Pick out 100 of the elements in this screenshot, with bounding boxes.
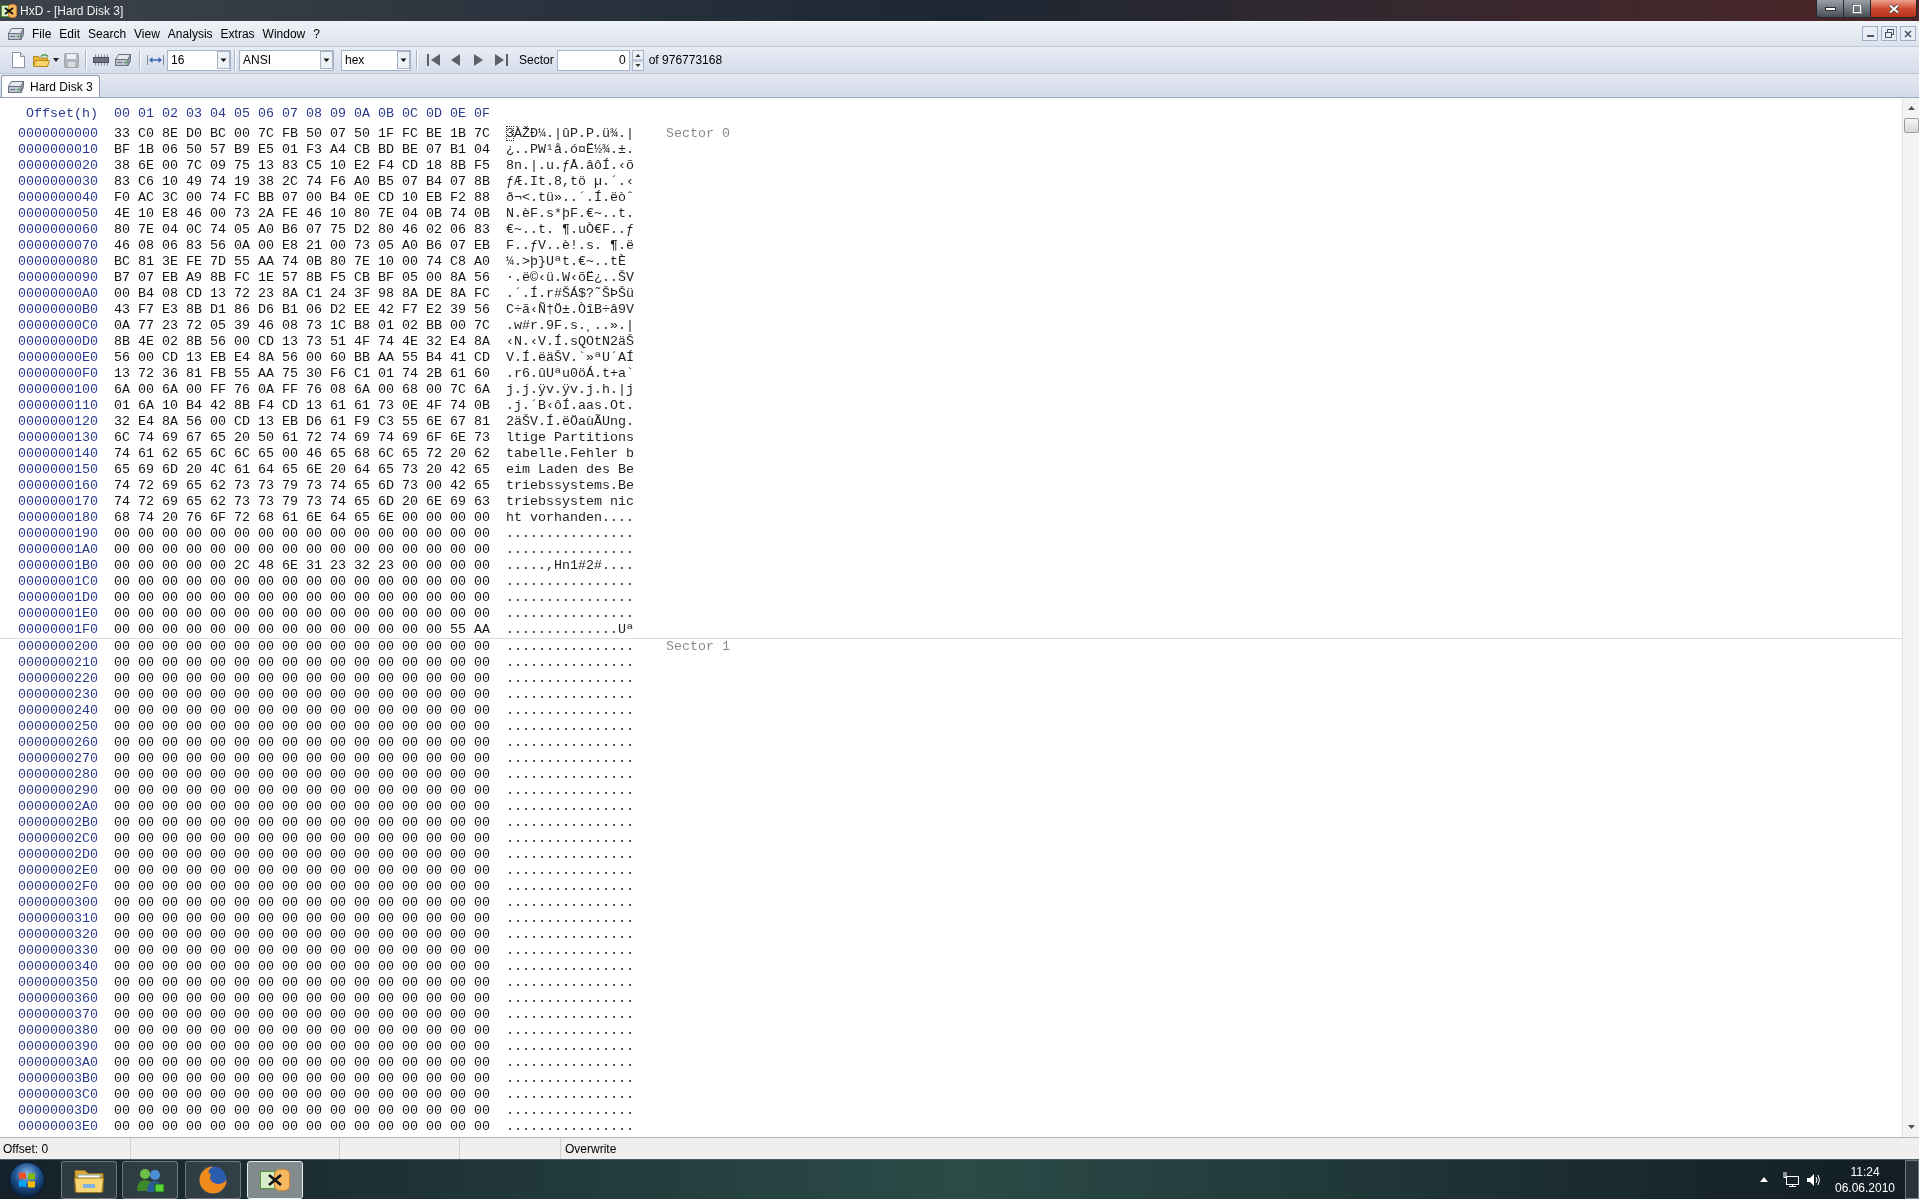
app-logo-icon: [1, 3, 17, 18]
offset-label: 00000002E0: [18, 863, 98, 879]
close-icon: [1887, 3, 1900, 14]
network-icon[interactable]: [1783, 1172, 1799, 1187]
charset-dropdown[interactable]: ANSI: [239, 49, 334, 71]
show-desktop-button[interactable]: [1905, 1160, 1919, 1199]
hex-bytes: 6C 74 69 67 65 20 50 61 72 74 69 74 69 6F 6E 73: [114, 430, 490, 446]
tray-expand-icon[interactable]: [1760, 1177, 1768, 1182]
offset-label: 00000002F0: [18, 879, 98, 895]
hex-bytes: B7 07 EB A9 8B FC 1E 57 8B F5 CB BF 05 00 8A 56: [114, 270, 490, 286]
window-title: HxD - [Hard Disk 3]: [20, 2, 124, 20]
new-document-icon[interactable]: [12, 52, 25, 68]
column-header: 00: [114, 106, 130, 122]
offset-label: 0000000110: [18, 398, 98, 414]
offset-label: 0000000170: [18, 494, 98, 510]
offset-label: 00000003E0: [18, 1119, 98, 1135]
column-header: 0B: [378, 106, 394, 122]
column-header: 0C: [402, 106, 418, 122]
scroll-up-icon[interactable]: [1907, 106, 1915, 110]
maximize-button[interactable]: [1844, 0, 1871, 18]
restore-icon: [1884, 29, 1894, 38]
menu-item[interactable]: Analysis: [163, 23, 217, 44]
clock-time[interactable]: 11:24: [1850, 1163, 1880, 1180]
offset-label: 0000000190: [18, 526, 98, 542]
memory-chip-icon[interactable]: [92, 54, 110, 66]
offset-label: 00000001D0: [18, 590, 98, 606]
spin-buttons-icon[interactable]: [631, 49, 644, 71]
hex-bytes: 00 00 00 00 00 00 00 00 00 00 00 00 00 00 00 00: [114, 1023, 490, 1039]
text-preview: ¼.>þ}Uªt.€~..tÈ: [506, 254, 627, 270]
text-preview: .r6.ûUªu0öÁ.t+a`: [506, 366, 634, 382]
offset-label: 0000000300: [18, 895, 98, 911]
bytes-per-row-dropdown[interactable]: 16: [167, 49, 231, 71]
menu-item[interactable]: Window: [258, 23, 310, 44]
offset-base-dropdown[interactable]: hex: [341, 49, 411, 71]
last-page-icon[interactable]: [494, 54, 508, 66]
offset-label: 0000000330: [18, 943, 98, 959]
hex-bytes: 83 C6 10 49 74 19 38 2C 74 F6 A0 B5 07 B4 07 8B: [114, 174, 490, 190]
offset-label: 0000000020: [18, 158, 98, 174]
text-preview: ................: [506, 1071, 634, 1087]
menu-item[interactable]: ?: [309, 23, 324, 44]
previous-icon[interactable]: [451, 54, 460, 66]
text-preview: ................: [506, 847, 634, 863]
taskbar-button[interactable]: [247, 1160, 303, 1199]
offset-label: 0000000070: [18, 238, 98, 254]
offset-label: 00000003B0: [18, 1071, 98, 1087]
text-preview: ..............Uª: [506, 622, 634, 638]
menu-item[interactable]: Edit: [55, 23, 85, 44]
hex-bytes: 00 00 00 00 00 00 00 00 00 00 00 00 00 00 00 00: [114, 703, 490, 719]
hex-bytes: 00 00 00 00 00 00 00 00 00 00 00 00 00 00 00 00: [114, 927, 490, 943]
document-minimize-button[interactable]: [1862, 26, 1878, 41]
offset-label: 00000001E0: [18, 606, 98, 622]
offset-label: 00000001A0: [18, 542, 98, 558]
column-header: 02: [162, 106, 178, 122]
offset-label: 00000000F0: [18, 366, 98, 382]
close-icon: [1904, 29, 1912, 38]
scroll-down-icon[interactable]: [1907, 1125, 1915, 1129]
clock-date[interactable]: 06.06.2010: [1834, 1179, 1896, 1196]
close-button[interactable]: [1871, 0, 1917, 18]
hex-bytes: 65 69 6D 20 4C 61 64 65 6E 20 64 65 73 20 42 65: [114, 462, 490, 478]
column-header: 01: [138, 106, 154, 122]
text-preview: ................: [506, 542, 634, 558]
speaker-icon[interactable]: [1807, 1172, 1821, 1187]
hex-bytes: 46 08 06 83 56 0A 00 E8 21 00 73 05 A0 B6 07 EB: [114, 238, 490, 254]
hard-disk-icon[interactable]: [115, 54, 131, 66]
text-preview: eim Laden des Be: [506, 462, 634, 478]
offset-label: 0000000320: [18, 927, 98, 943]
vertical-scrollbar[interactable]: [1902, 98, 1919, 1137]
document-tab[interactable]: Hard Disk 3: [1, 75, 100, 97]
hex-bytes: 56 00 CD 13 EB E4 8A 56 00 60 BB AA 55 B4 41 CD: [114, 350, 490, 366]
hex-bytes: 00 00 00 00 00 00 00 00 00 00 00 00 00 00 00 00: [114, 542, 490, 558]
minimize-button[interactable]: [1816, 0, 1844, 18]
column-header: 03: [186, 106, 202, 122]
text-preview: ................: [506, 687, 634, 703]
sector-label-text: Sector: [519, 52, 554, 69]
menu-item[interactable]: Search: [84, 23, 131, 44]
offset-label: 00000001C0: [18, 574, 98, 590]
sector-label: Sector 0: [666, 126, 730, 142]
hex-bytes: 00 00 00 00 00 00 00 00 00 00 00 00 00 00 00 00: [114, 751, 490, 767]
text-preview: ltige Partitions: [506, 430, 634, 446]
offset-label: 0000000340: [18, 959, 98, 975]
text-preview: N.èF.s*þF.€~..t.: [506, 206, 634, 222]
offset-label: 0000000030: [18, 174, 98, 190]
menu-item[interactable]: File: [28, 23, 56, 44]
text-preview: ................: [506, 735, 634, 751]
scroll-thumb[interactable]: [1903, 118, 1919, 133]
offset-label: 00000001B0: [18, 558, 98, 574]
hex-bytes: 00 00 00 00 00 00 00 00 00 00 00 00 00 00 00 00: [114, 526, 490, 542]
next-icon[interactable]: [474, 54, 483, 66]
menu-item[interactable]: View: [130, 23, 164, 44]
offset-label: 0000000000: [18, 126, 98, 142]
document-close-button[interactable]: [1900, 26, 1916, 41]
hex-bytes: 00 00 00 00 00 00 00 00 00 00 00 00 00 00 00 00: [114, 975, 490, 991]
sector-input[interactable]: 0: [556, 49, 630, 71]
document-restore-button[interactable]: [1881, 26, 1897, 41]
first-page-icon[interactable]: [427, 54, 441, 66]
hex-bytes: 00 00 00 00 00 00 00 00 00 00 00 00 00 00 00 00: [114, 590, 490, 606]
hex-bytes: 00 00 00 00 00 00 00 00 00 00 00 00 00 00 55 AA: [114, 622, 490, 638]
menu-item[interactable]: Extras: [216, 23, 259, 44]
text-preview: ................: [506, 799, 634, 815]
caret-down-icon[interactable]: [53, 58, 59, 62]
